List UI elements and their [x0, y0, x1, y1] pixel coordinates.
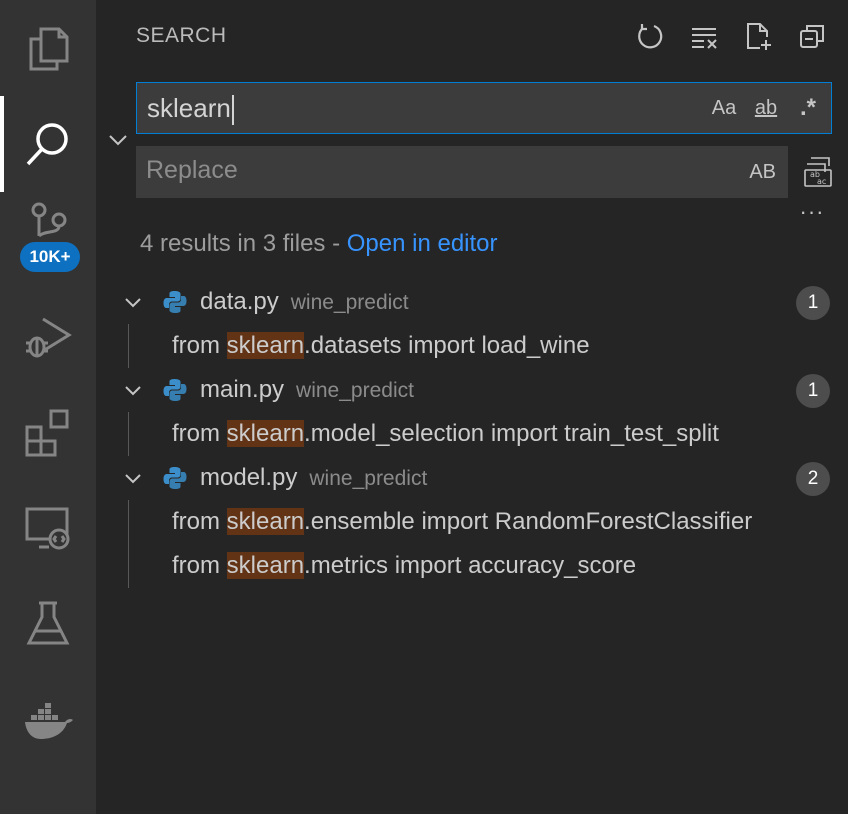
whole-word-toggle[interactable]: ab	[751, 91, 781, 125]
extensions-icon	[25, 409, 69, 457]
chevron-down-icon	[109, 135, 127, 146]
results-count-text: 4 results in 3 files -	[140, 230, 347, 257]
new-search-editor-button[interactable]	[742, 18, 774, 54]
new-search-editor-icon	[747, 23, 771, 50]
match-count-badge: 2	[796, 462, 830, 496]
whole-word-icon: ab	[754, 96, 778, 119]
match-row[interactable]: from sklearn.datasets import load_wine	[96, 324, 848, 368]
match-highlight: sklearn	[226, 508, 305, 535]
match-text: from sklearn.metrics import accuracy_sco…	[172, 552, 637, 579]
open-in-editor-link[interactable]: Open in editor	[347, 230, 498, 257]
text-caret	[231, 95, 234, 126]
results-tree: data.py wine_predict 1 from sklearn.datas…	[96, 280, 848, 588]
file-directory: wine_predict	[296, 379, 414, 402]
flask-icon	[26, 601, 70, 645]
panel-title: SEARCH	[136, 24, 227, 47]
activity-explorer[interactable]	[0, 0, 96, 96]
search-options: Aa ab .*	[709, 91, 823, 125]
match-highlight: sklearn	[226, 552, 305, 579]
search-input[interactable]: sklearn	[147, 92, 234, 126]
match-text: from sklearn.model_selection import trai…	[172, 420, 719, 447]
chevron-down-icon[interactable]	[120, 290, 146, 316]
replace-input[interactable]: Replace	[146, 156, 238, 185]
match-case-icon: Aa	[711, 96, 737, 119]
refresh-button[interactable]	[634, 18, 666, 54]
match-row[interactable]: from sklearn.model_selection import trai…	[96, 412, 848, 456]
replace-all-button[interactable]: ab ac	[802, 154, 834, 190]
chevron-down-icon[interactable]	[120, 466, 146, 492]
match-row[interactable]: from sklearn.ensemble import RandomFores…	[96, 500, 848, 544]
python-file-icon	[163, 467, 187, 489]
match-text: from sklearn.ensemble import RandomFores…	[172, 508, 753, 535]
results-summary: 4 results in 3 files - Open in editor	[140, 230, 498, 258]
match-text: from sklearn.datasets import load_wine	[172, 332, 590, 359]
regex-icon: .*	[799, 94, 816, 121]
files-icon	[29, 27, 69, 71]
search-panel: SEARCH sklearn Aa ab .* Replace AB ab ac…	[96, 0, 848, 814]
tree-indent-guide	[128, 500, 129, 544]
search-query: sklearn	[147, 93, 231, 123]
activity-docker[interactable]	[0, 672, 96, 768]
activity-run-debug[interactable]	[0, 288, 96, 384]
chevron-down-icon[interactable]	[120, 378, 146, 404]
match-highlight: sklearn	[226, 332, 305, 359]
tree-indent-guide	[128, 544, 129, 588]
source-control-badge: 10K+	[20, 242, 80, 272]
activity-bar: 10K+	[0, 0, 96, 814]
toggle-replace-button[interactable]	[104, 126, 132, 154]
tree-indent-guide	[128, 412, 129, 456]
collapse-all-icon	[800, 25, 824, 48]
file-name: main.py wine_predict	[200, 376, 414, 403]
file-name: model.py wine_predict	[200, 464, 428, 491]
activity-extensions[interactable]	[0, 384, 96, 480]
preserve-case-toggle[interactable]: AB	[749, 156, 776, 188]
match-row[interactable]: from sklearn.metrics import accuracy_sco…	[96, 544, 848, 588]
file-result-row[interactable]: model.py wine_predict 2	[96, 456, 848, 500]
python-file-icon	[163, 379, 187, 401]
match-highlight: sklearn	[226, 420, 305, 447]
file-result-row[interactable]: main.py wine_predict 1	[96, 368, 848, 412]
search-icon	[26, 123, 68, 166]
match-count-badge: 1	[796, 286, 830, 320]
debug-icon	[26, 317, 72, 358]
activity-search[interactable]	[0, 96, 96, 192]
python-file-icon	[163, 291, 187, 313]
collapse-all-button[interactable]	[796, 18, 828, 54]
activity-source-control[interactable]	[0, 192, 96, 288]
activity-testing[interactable]	[0, 576, 96, 672]
docker-icon	[25, 703, 73, 739]
file-directory: wine_predict	[290, 291, 409, 314]
tree-indent-guide	[128, 324, 129, 368]
regex-toggle[interactable]: .*	[793, 91, 823, 125]
refresh-icon	[638, 24, 663, 49]
file-directory: wine_predict	[309, 467, 428, 490]
file-name: data.py wine_predict	[200, 288, 409, 315]
activity-remote-explorer[interactable]	[0, 480, 96, 576]
more-options-button[interactable]: ···	[796, 199, 828, 224]
svg-text:ac: ac	[817, 177, 826, 186]
clear-results-button[interactable]	[688, 18, 720, 54]
search-input-box[interactable]: sklearn Aa ab .*	[136, 82, 832, 134]
replace-input-box[interactable]: Replace AB	[136, 146, 788, 198]
panel-title-actions	[634, 18, 828, 54]
match-case-toggle[interactable]: Aa	[709, 91, 739, 125]
clear-results-icon	[692, 28, 717, 49]
remote-icon	[25, 507, 70, 550]
replace-all-icon: ab ac	[804, 157, 832, 187]
file-result-row[interactable]: data.py wine_predict 1	[96, 280, 848, 324]
match-count-badge: 1	[796, 374, 830, 408]
